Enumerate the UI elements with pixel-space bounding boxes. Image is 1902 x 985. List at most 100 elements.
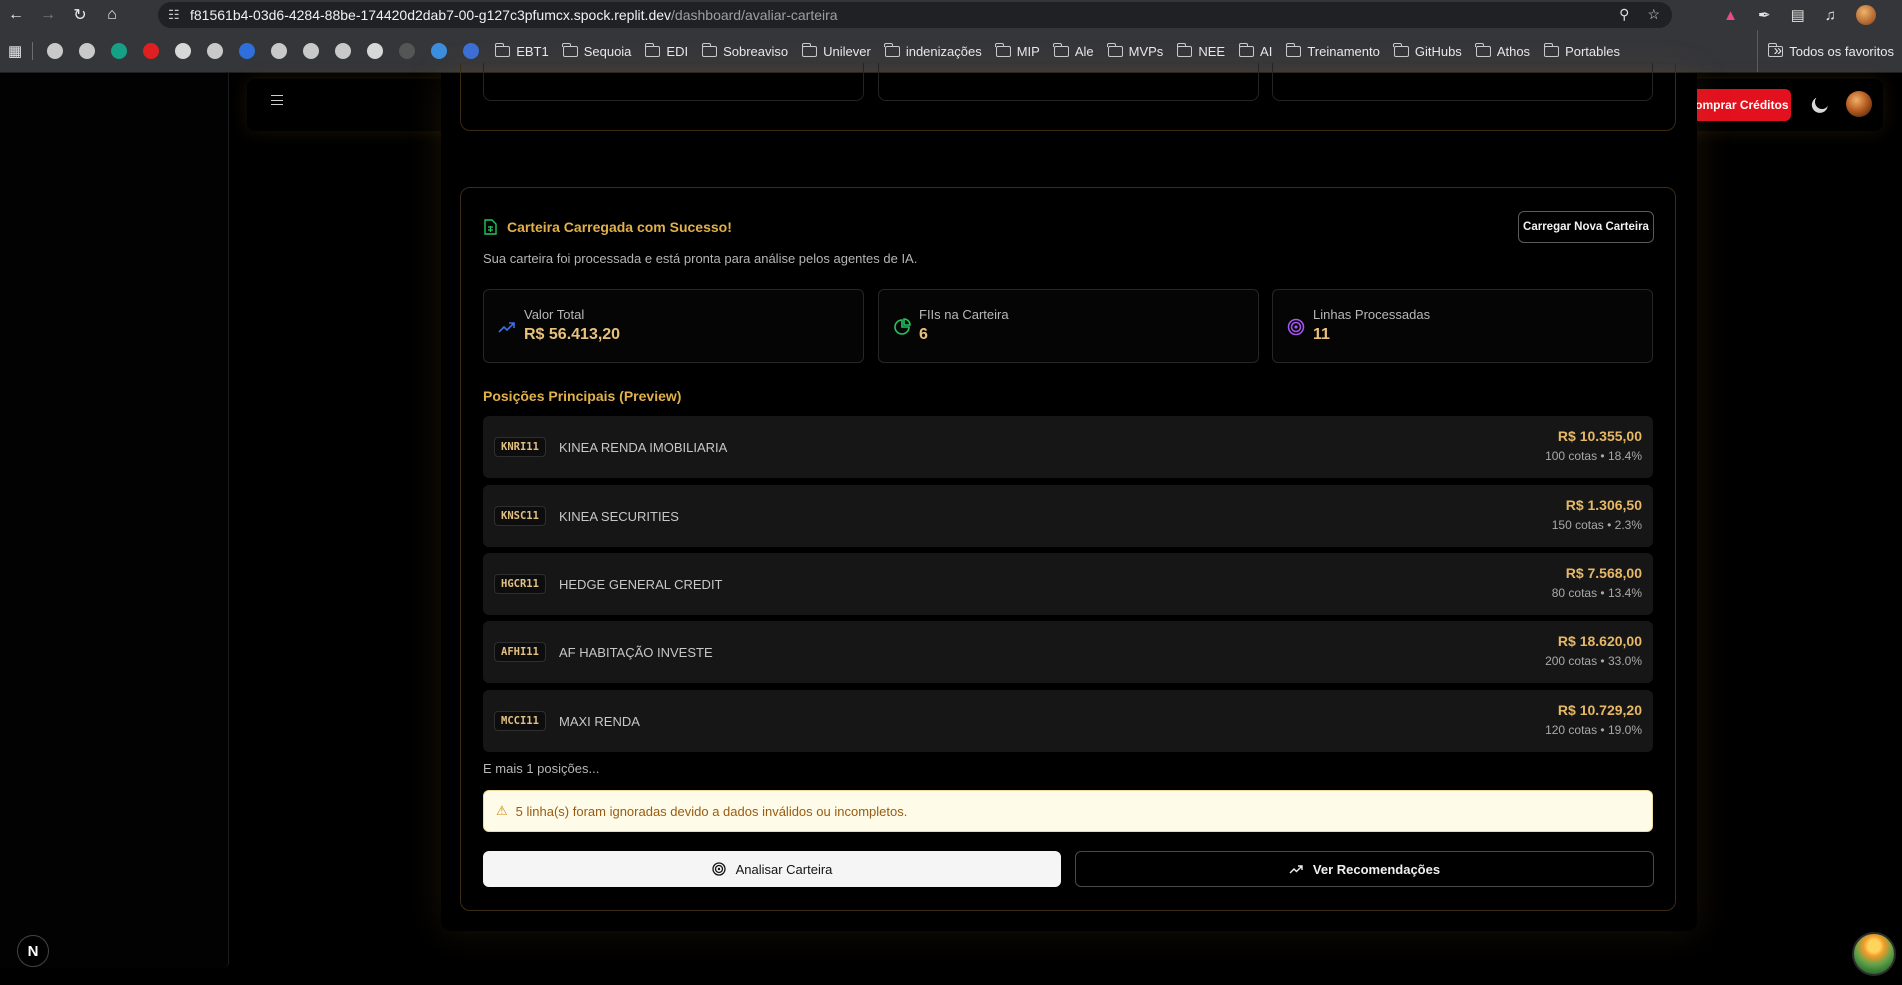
bookmark-favicon-icon[interactable]	[79, 43, 96, 59]
extension-icon[interactable]: ▲	[1723, 7, 1738, 24]
eyedropper-icon[interactable]: ✒	[1758, 6, 1771, 24]
ticker-badge: MCCI11	[494, 711, 546, 731]
bookmark-folder[interactable]: Athos	[1475, 42, 1531, 59]
page: 0 Comprar Créditos Carteira Carregada co…	[0, 63, 1902, 985]
apps-grid-icon[interactable]: ▦	[8, 42, 22, 60]
folder-icon	[1053, 42, 1069, 57]
url-host: f81561b4-03d6-4284-88be-174420d2dab7-00-…	[190, 7, 672, 23]
site-info-icon[interactable]: ☷	[168, 7, 190, 23]
all-bookmarks-folder[interactable]: Todos os favoritos	[1757, 30, 1902, 72]
bookmark-folder-label: Sequoia	[583, 43, 632, 59]
position-name: HEDGE GENERAL CREDIT	[559, 577, 723, 592]
bookmark-folder[interactable]: EDI	[644, 42, 688, 59]
folder-icon	[1543, 42, 1560, 57]
bookmark-folder[interactable]: Treinamento	[1285, 42, 1380, 59]
position-value: R$ 18.620,00	[1557, 633, 1642, 649]
pie-chart-icon	[894, 318, 911, 335]
bookmark-favicon-icon[interactable]	[303, 43, 320, 59]
back-icon[interactable]: ←	[0, 0, 32, 30]
position-value: R$ 10.729,20	[1557, 702, 1642, 718]
avatar[interactable]	[1846, 91, 1872, 117]
folder-icon	[995, 42, 1011, 57]
floating-assistant-button[interactable]	[1852, 932, 1896, 976]
bookmark-folder[interactable]: Unilever	[801, 42, 871, 59]
position-name: AF HABITAÇÃO INVESTE	[559, 645, 713, 660]
bookmark-folder[interactable]: MIP	[995, 42, 1040, 59]
stat-value: 6	[919, 326, 928, 343]
extensions-area: ▲ ✒ ▤ ♫	[1723, 0, 1902, 30]
bookmark-folder[interactable]: EBT1	[494, 42, 549, 59]
address-bar[interactable]: ☷ f81561b4-03d6-4284-88be-174420d2dab7-0…	[158, 2, 1672, 28]
buy-credits-button[interactable]: Comprar Créditos	[1684, 89, 1791, 121]
bookmark-folder[interactable]: Sequoia	[562, 42, 632, 59]
bookmark-separator	[32, 42, 34, 60]
previous-card	[460, 63, 1676, 131]
bookmark-favicon-icon[interactable]	[463, 43, 480, 59]
forward-icon[interactable]: →	[32, 0, 64, 30]
more-positions-label: E mais 1 posições...	[483, 761, 600, 776]
ignored-lines-warning: ⚠ 5 linha(s) foram ignoradas devido a da…	[483, 790, 1653, 832]
position-value: R$ 1.306,50	[1565, 497, 1642, 513]
bookmark-favicon-icon[interactable]	[335, 43, 352, 59]
folder-icon	[562, 42, 578, 57]
puzzle-icon[interactable]: ▤	[1791, 6, 1805, 24]
reload-icon[interactable]: ↻	[64, 0, 96, 30]
bookmark-favicon-icon[interactable]	[111, 43, 128, 59]
card-title: Carteira Carregada com Sucesso!	[483, 219, 732, 235]
folder-icon	[884, 42, 900, 57]
moon-icon[interactable]	[1813, 93, 1831, 111]
bookmark-folder-label: EBT1	[516, 43, 549, 59]
bookmark-folder-label: MIP	[1016, 43, 1040, 59]
ticker-badge: HGCR11	[494, 574, 546, 594]
profile-avatar[interactable]	[1856, 5, 1876, 25]
home-icon[interactable]: ⌂	[96, 0, 128, 30]
bookmark-folder[interactable]: AI	[1238, 42, 1272, 59]
bookmark-folder-label: MVPs	[1128, 43, 1164, 59]
position-name: KINEA SECURITIES	[559, 509, 679, 524]
position-detail: 150 cotas • 2.3%	[1551, 518, 1642, 532]
stat-value: R$ 56.413,20	[524, 326, 621, 343]
warning-text: 5 linha(s) foram ignoradas devido a dado…	[515, 803, 908, 819]
bookmark-favicon-icon[interactable]	[271, 43, 288, 59]
previous-card-cell	[878, 63, 1259, 101]
bookmark-folder[interactable]: indenizações	[884, 42, 982, 59]
bookmark-folder-label: Athos	[1496, 43, 1531, 59]
browser-toolbar: ← → ↻ ⌂ ☷ f81561b4-03d6-4284-88be-174420…	[0, 0, 1902, 30]
bookmark-favicon-icon[interactable]	[207, 43, 224, 59]
bookmark-folder[interactable]: NEE	[1176, 42, 1226, 59]
bookmark-favicon-icon[interactable]	[175, 43, 192, 59]
bookmark-favicon-icon[interactable]	[143, 43, 160, 59]
position-detail: 100 cotas • 18.4%	[1545, 449, 1642, 463]
bookmark-favicon-icon[interactable]	[431, 43, 448, 59]
stat-fiis-count: FIIs na Carteira 6	[878, 289, 1259, 363]
ticker-badge: KNRI11	[494, 437, 546, 457]
bookmark-folder[interactable]: GitHubs	[1393, 42, 1462, 59]
folder-icon	[1107, 42, 1123, 57]
view-recommendations-button[interactable]: Ver Recomendações	[1075, 851, 1654, 887]
stat-label: FIIs na Carteira	[919, 307, 1009, 322]
nextjs-dev-badge[interactable]: N	[17, 935, 49, 967]
stat-label: Linhas Processadas	[1313, 307, 1431, 322]
previous-card-cell	[483, 63, 864, 101]
load-new-portfolio-button[interactable]: Carregar Nova Carteira	[1518, 211, 1654, 243]
bookmark-folder[interactable]: Ale	[1053, 42, 1094, 59]
position-detail: 80 cotas • 13.4%	[1551, 586, 1642, 600]
folder-icon	[494, 42, 511, 57]
zoom-icon[interactable]: ⚲	[1619, 6, 1629, 23]
target-icon	[1287, 318, 1305, 336]
bookmark-folder-label: NEE	[1198, 43, 1226, 59]
bookmark-favicon-icon[interactable]	[239, 43, 256, 59]
menu-icon[interactable]	[271, 95, 283, 105]
bookmark-folder[interactable]: Sobreaviso	[701, 42, 788, 59]
bookmark-favicon-icon[interactable]	[367, 43, 384, 59]
bookmark-folder[interactable]: Portables	[1543, 42, 1620, 59]
folder-icon	[801, 42, 818, 57]
bookmark-favicon-icon[interactable]	[399, 43, 416, 59]
folder-icon	[1475, 42, 1491, 57]
bookmark-folder[interactable]: MVPs	[1107, 42, 1164, 59]
media-icon[interactable]: ♫	[1825, 7, 1836, 24]
position-row: KNRI11 KINEA RENDA IMOBILIARIA R$ 10.355…	[483, 416, 1653, 478]
bookmark-favicon-icon[interactable]	[47, 43, 64, 59]
bookmark-star-icon[interactable]: ☆	[1647, 6, 1660, 23]
analyze-portfolio-button[interactable]: Analisar Carteira	[483, 851, 1061, 887]
